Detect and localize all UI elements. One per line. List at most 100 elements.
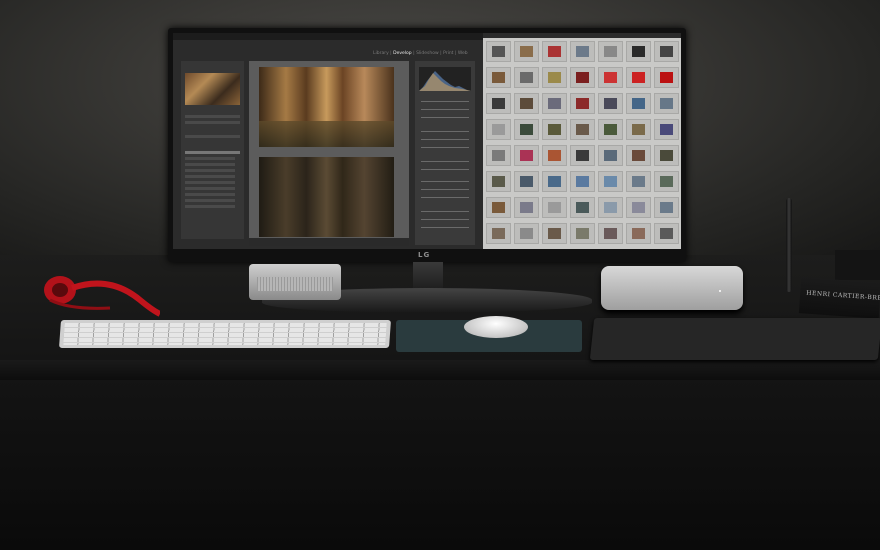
thumbnail-cell[interactable] bbox=[570, 223, 595, 244]
slider[interactable] bbox=[421, 169, 469, 170]
thumbnail-cell[interactable] bbox=[598, 197, 623, 218]
thumbnail-cell[interactable] bbox=[514, 93, 539, 114]
thumbnail-cell[interactable] bbox=[542, 119, 567, 140]
thumbnail-cell[interactable] bbox=[570, 171, 595, 192]
thumbnail-cell[interactable] bbox=[570, 145, 595, 166]
thumbnail-cell[interactable] bbox=[570, 197, 595, 218]
thumbnail-cell[interactable] bbox=[514, 119, 539, 140]
thumbnail-cell[interactable] bbox=[598, 145, 623, 166]
photo-before-venice-canal bbox=[259, 157, 394, 237]
thumbnail-image bbox=[492, 228, 505, 239]
thumbnail-cell[interactable] bbox=[598, 171, 623, 192]
thumbnail-image bbox=[548, 228, 561, 239]
thumbnail-cell[interactable] bbox=[626, 93, 651, 114]
keyboard bbox=[59, 320, 391, 348]
slider[interactable] bbox=[421, 219, 469, 220]
slider[interactable] bbox=[421, 109, 469, 110]
thumbnail-cell[interactable] bbox=[654, 67, 679, 88]
slider[interactable] bbox=[421, 197, 469, 198]
thumbnail-cell[interactable] bbox=[542, 93, 567, 114]
thumbnail-image bbox=[492, 202, 505, 213]
slider[interactable] bbox=[421, 189, 469, 190]
thumbnail-cell[interactable] bbox=[570, 67, 595, 88]
thumbnail-cell[interactable] bbox=[570, 41, 595, 62]
thumbnail-cell[interactable] bbox=[626, 223, 651, 244]
thumbnail-cell[interactable] bbox=[514, 145, 539, 166]
slider[interactable] bbox=[421, 211, 469, 212]
module-library[interactable]: Library bbox=[373, 51, 389, 56]
thumbnail-cell[interactable] bbox=[654, 197, 679, 218]
thumbnail-cell[interactable] bbox=[486, 119, 511, 140]
slider[interactable] bbox=[421, 139, 469, 140]
thumbnail-cell[interactable] bbox=[654, 145, 679, 166]
panel-row[interactable] bbox=[185, 157, 235, 160]
thumbnail-cell[interactable] bbox=[486, 171, 511, 192]
slider[interactable] bbox=[421, 117, 469, 118]
thumbnail-cell[interactable] bbox=[626, 197, 651, 218]
thumbnail-cell[interactable] bbox=[654, 93, 679, 114]
thumbnail-cell[interactable] bbox=[570, 93, 595, 114]
headphones bbox=[44, 276, 160, 317]
panel-row[interactable] bbox=[185, 187, 235, 190]
thumbnail-cell[interactable] bbox=[654, 41, 679, 62]
slider[interactable] bbox=[421, 101, 469, 102]
thumbnail-cell[interactable] bbox=[626, 41, 651, 62]
thumbnail-cell[interactable] bbox=[486, 67, 511, 88]
thumbnail-cell[interactable] bbox=[542, 41, 567, 62]
thumbnail-cell[interactable] bbox=[598, 119, 623, 140]
thumbnail-cell[interactable] bbox=[598, 41, 623, 62]
thumbnail-cell[interactable] bbox=[626, 67, 651, 88]
slider[interactable] bbox=[421, 181, 469, 182]
panel-row[interactable] bbox=[185, 193, 235, 196]
thumbnail-cell[interactable] bbox=[486, 93, 511, 114]
thumbnail-cell[interactable] bbox=[542, 171, 567, 192]
panel-row[interactable] bbox=[185, 175, 235, 178]
slider[interactable] bbox=[421, 131, 469, 132]
thumbnail-cell[interactable] bbox=[626, 171, 651, 192]
mac-mini bbox=[601, 266, 743, 310]
thumbnail-cell[interactable] bbox=[542, 67, 567, 88]
thumbnail-cell[interactable] bbox=[542, 197, 567, 218]
panel-row[interactable] bbox=[185, 205, 235, 208]
thumbnail-cell[interactable] bbox=[514, 67, 539, 88]
before-after-view bbox=[249, 61, 409, 245]
bottom-toolbar[interactable] bbox=[249, 238, 409, 246]
thumbnail-cell[interactable] bbox=[654, 171, 679, 192]
thumbnail-cell[interactable] bbox=[514, 223, 539, 244]
thumbnail-cell[interactable] bbox=[626, 145, 651, 166]
thumbnail-cell[interactable] bbox=[486, 145, 511, 166]
thumbnail-image bbox=[548, 72, 561, 83]
slider[interactable] bbox=[421, 161, 469, 162]
monitor-logo: LG bbox=[418, 251, 431, 259]
thumbnail-cell[interactable] bbox=[486, 223, 511, 244]
panel-row-selected[interactable] bbox=[185, 151, 240, 154]
thumbnail-cell[interactable] bbox=[486, 41, 511, 62]
panel-row[interactable] bbox=[185, 163, 235, 166]
thumbnail-image bbox=[632, 150, 645, 161]
thumbnail-cell[interactable] bbox=[598, 93, 623, 114]
panel-row[interactable] bbox=[185, 169, 235, 172]
module-web[interactable]: Web bbox=[458, 51, 468, 56]
thumbnail-cell[interactable] bbox=[542, 145, 567, 166]
thumbnail-cell[interactable] bbox=[486, 197, 511, 218]
thumbnail-cell[interactable] bbox=[626, 119, 651, 140]
thumbnail-cell[interactable] bbox=[654, 119, 679, 140]
module-slideshow[interactable]: Slideshow bbox=[416, 51, 439, 56]
panel-row[interactable] bbox=[185, 181, 235, 184]
slider[interactable] bbox=[421, 147, 469, 148]
module-develop[interactable]: Develop bbox=[393, 51, 412, 56]
slider[interactable] bbox=[421, 227, 469, 228]
thumbnail-image bbox=[660, 46, 673, 57]
thumbnail-cell[interactable] bbox=[654, 223, 679, 244]
thumbnail-cell[interactable] bbox=[570, 119, 595, 140]
thumbnail-cell[interactable] bbox=[514, 41, 539, 62]
thumbnail-cell[interactable] bbox=[598, 67, 623, 88]
thumbnail-cell[interactable] bbox=[598, 223, 623, 244]
thumbnail-cell[interactable] bbox=[542, 223, 567, 244]
mouse bbox=[464, 316, 528, 338]
module-print[interactable]: Print bbox=[443, 51, 453, 56]
panel-row[interactable] bbox=[185, 199, 235, 202]
thumbnail-image bbox=[632, 72, 645, 83]
thumbnail-cell[interactable] bbox=[514, 197, 539, 218]
thumbnail-cell[interactable] bbox=[514, 171, 539, 192]
